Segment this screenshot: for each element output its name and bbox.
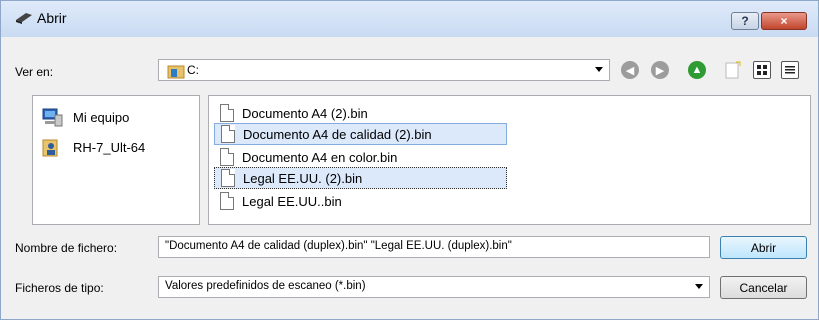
arrow-up-icon: ▲	[691, 64, 703, 76]
place-item-computer[interactable]: Mi equipo	[41, 106, 129, 128]
place-item-user[interactable]: RH-7_Ult-64	[41, 136, 145, 158]
open-dialog: Abrir ? × Ver en: C: ◀ ▶ ▲ Mi equipo RH-…	[0, 0, 819, 320]
document-icon	[220, 192, 234, 210]
scanner-icon	[16, 13, 32, 24]
document-icon	[221, 169, 235, 187]
look-in-dropdown[interactable]: C:	[158, 59, 610, 81]
filename-label: Nombre de fichero:	[15, 241, 118, 255]
window-title: Abrir	[37, 10, 67, 26]
file-name: Documento A4 en color.bin	[242, 149, 398, 165]
cancel-button[interactable]: Cancelar	[720, 276, 807, 299]
file-item[interactable]: Legal EE.UU. (2).bin	[214, 167, 507, 189]
forward-button[interactable]: ▶	[651, 61, 669, 79]
file-item[interactable]: Documento A4 (2).bin	[214, 102, 474, 124]
view-list-button[interactable]	[781, 61, 799, 79]
file-name: Legal EE.UU. (2).bin	[243, 170, 363, 186]
help-button[interactable]: ?	[731, 12, 759, 30]
filetype-dropdown[interactable]: Valores predefinidos de escaneo (*.bin)	[158, 276, 710, 298]
filetype-value: Valores predefinidos de escaneo (*.bin)	[165, 280, 366, 292]
file-list[interactable]: Documento A4 (2).bin Documento A4 de cal…	[208, 95, 811, 225]
chevron-down-icon[interactable]	[595, 67, 603, 72]
file-name: Legal EE.UU..bin	[242, 193, 342, 209]
user-folder-icon	[42, 139, 58, 157]
computer-icon	[42, 108, 63, 127]
place-label: Mi equipo	[73, 109, 130, 125]
file-item[interactable]: Legal EE.UU..bin	[214, 190, 474, 212]
filename-value: "Documento A4 de calidad (duplex).bin" "…	[165, 240, 512, 252]
places-panel: Mi equipo RH-7_Ult-64	[32, 95, 200, 225]
chevron-down-icon[interactable]	[695, 284, 703, 289]
new-folder-icon[interactable]	[725, 61, 741, 79]
filename-field[interactable]: "Documento A4 de calidad (duplex).bin" "…	[158, 236, 710, 258]
file-item[interactable]: Documento A4 en color.bin	[214, 146, 474, 168]
arrow-left-icon: ◀	[625, 64, 635, 77]
open-button[interactable]: Abrir	[720, 236, 807, 259]
document-icon	[220, 148, 234, 166]
document-icon	[220, 104, 234, 122]
close-button[interactable]: ×	[761, 12, 807, 30]
look-in-value: C:	[187, 63, 199, 77]
back-button[interactable]: ◀	[621, 61, 639, 79]
grid-icon	[757, 65, 767, 75]
file-item[interactable]: Documento A4 de calidad (2).bin	[214, 123, 507, 145]
filetype-label: Ficheros de tipo:	[15, 281, 104, 295]
list-icon	[785, 66, 795, 74]
view-icons-button[interactable]	[753, 61, 771, 79]
file-name: Documento A4 (2).bin	[242, 105, 368, 121]
arrow-right-icon: ▶	[655, 64, 665, 77]
look-in-label: Ver en:	[15, 65, 54, 79]
file-name: Documento A4 de calidad (2).bin	[243, 126, 432, 142]
drive-folder-icon	[167, 65, 185, 79]
up-folder-button[interactable]: ▲	[688, 61, 706, 79]
document-icon	[221, 125, 235, 143]
title-bar[interactable]: Abrir ? ×	[1, 1, 818, 37]
place-label: RH-7_Ult-64	[73, 139, 146, 155]
